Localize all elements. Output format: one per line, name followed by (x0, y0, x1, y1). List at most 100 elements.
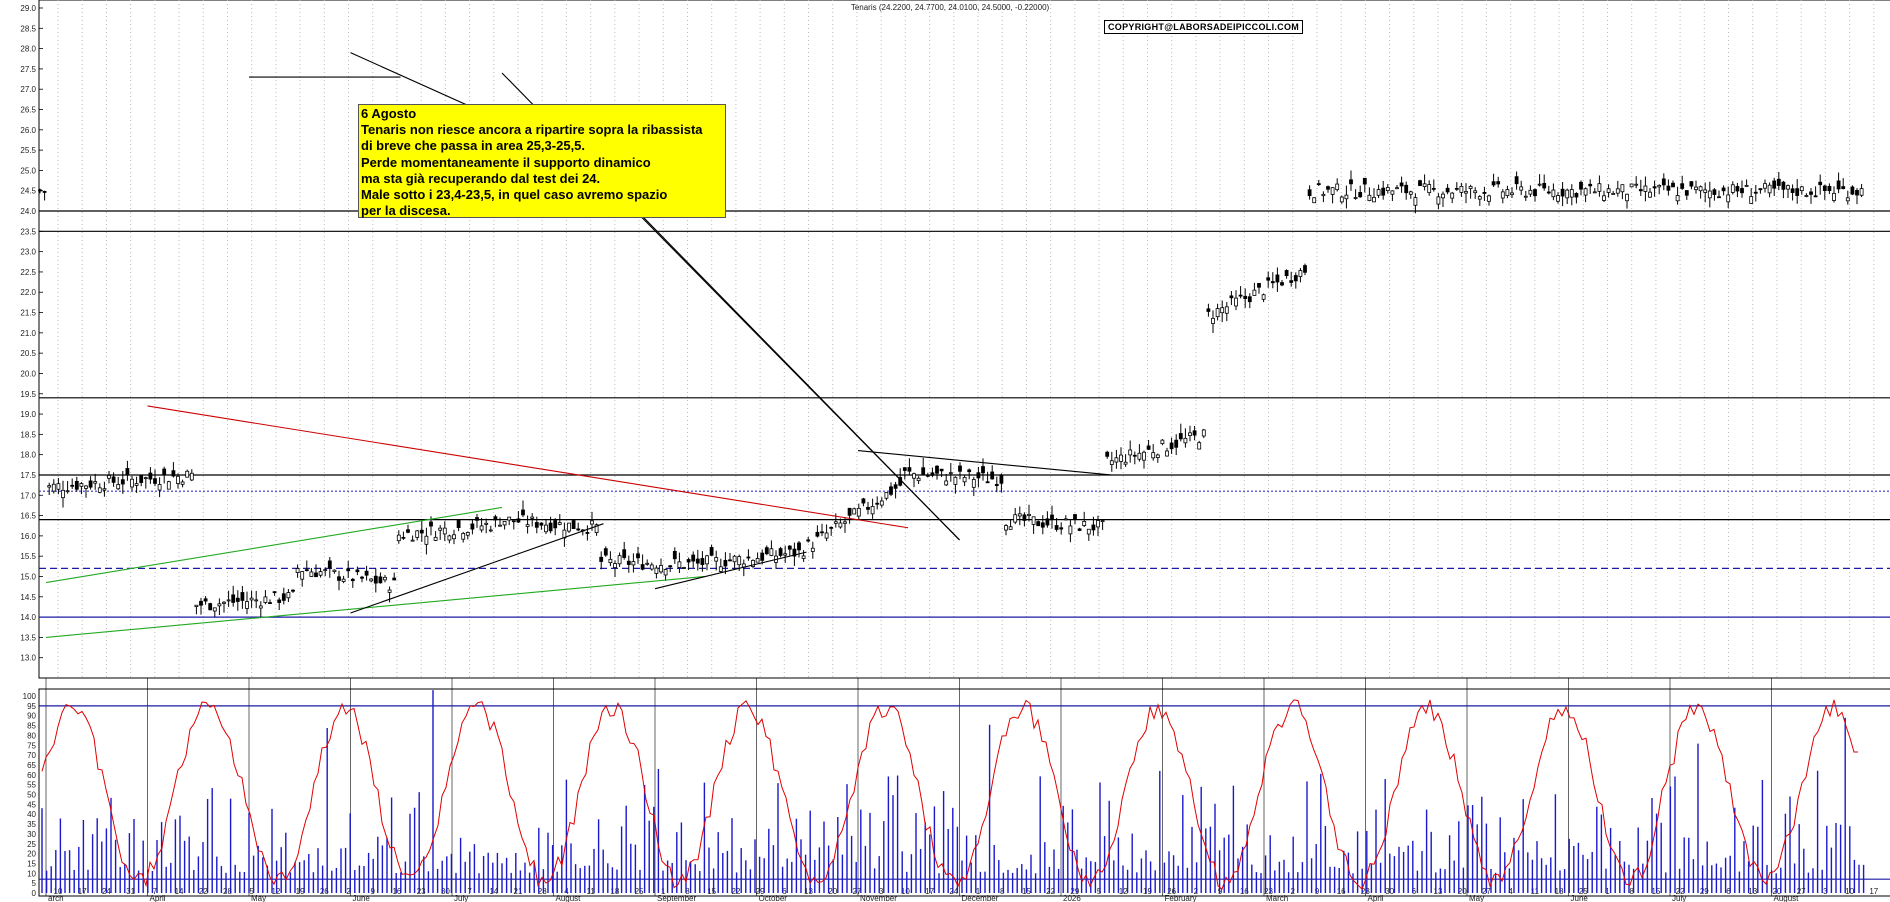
candle-body (415, 530, 420, 538)
candle-body (116, 484, 121, 490)
candle-body (875, 502, 880, 505)
candle-body (1514, 176, 1519, 185)
candle-body (88, 480, 93, 488)
candle-body (585, 532, 590, 534)
candle-body (1707, 190, 1712, 199)
candle-body (1666, 185, 1671, 191)
candle-body (447, 535, 452, 541)
candle-body (208, 603, 213, 611)
oscillator-tick: 95 (27, 702, 36, 711)
y-tick-label: 21.0 (20, 329, 36, 338)
candle-body (907, 467, 912, 472)
candle-body (1763, 183, 1767, 189)
candle-body (1307, 189, 1312, 197)
annotation-line: per la discesa. (361, 203, 451, 219)
candle-body (1735, 186, 1740, 192)
oscillator-tick: 75 (27, 741, 36, 750)
candle-body (456, 519, 461, 528)
candle-body (1441, 193, 1445, 199)
candle-body (148, 472, 153, 480)
candle-body (884, 492, 889, 499)
candle-body (1450, 192, 1455, 199)
oscillator-tick: 70 (27, 751, 36, 760)
candle-body (180, 481, 185, 485)
candle-body (1758, 188, 1763, 191)
candle-body (1142, 451, 1146, 461)
candle-body (286, 592, 291, 599)
candle-body (1266, 277, 1271, 281)
candle-body (314, 572, 318, 578)
candle-body (718, 566, 723, 572)
oscillator-tick: 60 (27, 771, 36, 780)
candle-body (737, 556, 742, 566)
candle-body (488, 529, 493, 532)
y-tick-label: 19.0 (20, 410, 36, 419)
candle-body (1022, 514, 1027, 521)
candle-body (1629, 183, 1634, 188)
candle-body (1615, 188, 1620, 194)
candle-body (843, 521, 847, 524)
candle-body (1505, 189, 1510, 196)
x-month-label: 2026 (1063, 894, 1081, 902)
candle-body (327, 560, 332, 569)
candle-body (1008, 526, 1013, 530)
candle-body (1114, 457, 1119, 463)
y-tick-label: 16.5 (20, 512, 36, 521)
candle-body (470, 523, 475, 530)
annotation-line: di breve che passa in area 25,3-25,5. (361, 138, 586, 154)
candle-body (962, 477, 967, 483)
candle-body (1054, 525, 1059, 530)
candle-body (1349, 179, 1353, 185)
chart-svg: 1017243171422285121926291623307142128411… (20, 0, 1890, 902)
candle-body (1786, 185, 1790, 190)
x-month-label: arch (48, 894, 64, 902)
candle-body (645, 562, 650, 565)
y-tick-label: 17.0 (20, 491, 36, 500)
oscillator-tick: 35 (27, 820, 36, 829)
candle-body (125, 468, 130, 475)
candle-body (47, 485, 52, 488)
candle-body (79, 483, 84, 487)
candle-body (1436, 196, 1441, 205)
y-tick-label: 23.5 (20, 227, 36, 236)
candle-body (1367, 194, 1372, 202)
x-month-label: September (657, 894, 696, 902)
candle-body (1422, 183, 1427, 187)
candle-body (507, 516, 512, 521)
candle-body (649, 564, 654, 570)
candle-body (1284, 270, 1289, 277)
candle-body (838, 522, 843, 528)
candle-body (1648, 191, 1652, 198)
candle-body (576, 528, 581, 531)
candle-body (130, 478, 134, 488)
candle-body (1160, 439, 1165, 445)
x-month-label: April (150, 894, 166, 902)
candle-body (1183, 437, 1188, 444)
candle-body (1804, 195, 1809, 197)
candle-body (433, 536, 438, 541)
candle-body (1188, 432, 1192, 437)
oscillator-tick: 5 (32, 879, 37, 888)
candle-body (1569, 189, 1574, 198)
candle-body (866, 507, 870, 510)
oscillator-line (41, 699, 1858, 890)
candle-body (337, 576, 341, 581)
candle-body (263, 596, 268, 603)
candle-body (1703, 189, 1708, 193)
candle-body (663, 569, 668, 576)
oscillator-tick: 50 (27, 791, 36, 800)
oscillator-tick: 0 (32, 889, 37, 898)
candle-body (1473, 190, 1478, 194)
candle-body (1344, 194, 1349, 200)
candle-body (1671, 182, 1675, 188)
candle-body (1027, 513, 1031, 516)
candle-body (346, 568, 351, 572)
candle-body (1013, 514, 1018, 523)
candle-body (1146, 445, 1151, 450)
candle-body (1339, 196, 1344, 203)
candle-body (1247, 296, 1252, 303)
annotation-line: Perde momentaneamente il supporto dinami… (361, 154, 651, 170)
candle-body (1303, 265, 1307, 273)
candle-body (1137, 452, 1142, 460)
candle-body (1822, 185, 1827, 192)
